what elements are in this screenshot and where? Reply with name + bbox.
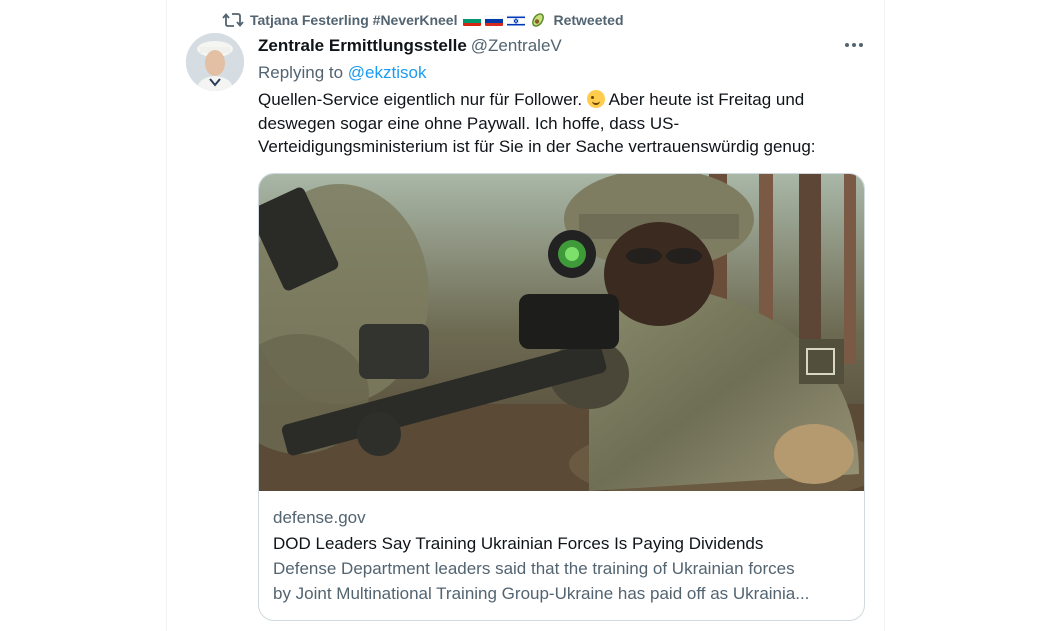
tweet-header: Zentrale Ermittlungsstelle @ZentraleV	[258, 36, 865, 56]
flag-russia-icon	[485, 14, 504, 26]
replying-to-label: Replying to	[258, 63, 344, 82]
profile-flags	[463, 12, 547, 28]
avocado-icon	[529, 12, 547, 28]
retweet-icon	[222, 11, 244, 29]
author-handle[interactable]: @ZentraleV	[471, 36, 562, 56]
link-preview-card[interactable]: defense.gov DOD Leaders Say Training Ukr…	[258, 173, 865, 621]
replying-to-handle[interactable]: @ekztisok	[348, 63, 427, 82]
retweeted-label: Retweeted	[553, 12, 624, 28]
more-options-button[interactable]	[836, 33, 872, 57]
retweet-header: Tatjana Festerling #NeverKneel Retweeted	[222, 10, 624, 30]
author-name[interactable]: Zentrale Ermittlungsstelle	[258, 36, 467, 56]
card-description-line2: by Joint Multinational Training Group-Uk…	[273, 584, 810, 603]
card-domain: defense.gov	[273, 508, 366, 527]
card-title: DOD Leaders Say Training Ukrainian Force…	[273, 534, 764, 553]
tweet-text-part1: Quellen-Service eigentlich nur für Follo…	[258, 90, 583, 109]
card-description-line1: Defense Department leaders said that the…	[273, 559, 795, 578]
more-icon	[845, 43, 863, 47]
author-avatar[interactable]	[186, 33, 244, 91]
replying-to: Replying to @ekztisok	[258, 63, 426, 83]
card-image	[259, 174, 864, 491]
flag-israel-icon	[507, 14, 526, 26]
flag-bulgaria-icon	[463, 14, 482, 26]
tweet-text: Quellen-Service eigentlich nur für Follo…	[258, 88, 858, 159]
retweeter-name[interactable]: Tatjana Festerling #NeverKneel	[250, 12, 457, 28]
card-body: defense.gov DOD Leaders Say Training Ukr…	[273, 507, 850, 606]
winking-face-icon	[586, 90, 605, 108]
